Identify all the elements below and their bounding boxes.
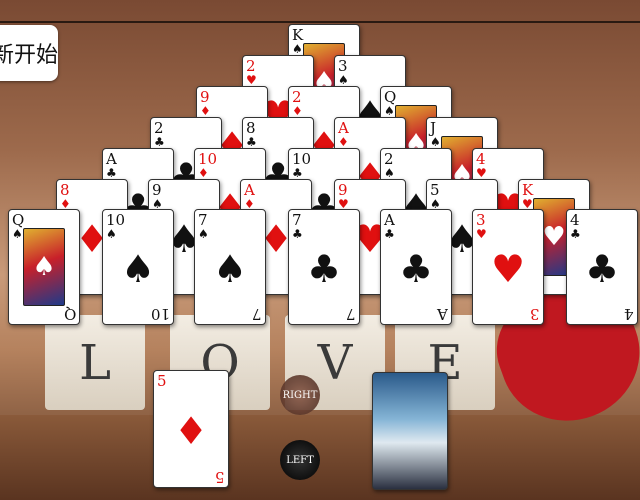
card-rank: 10 — [198, 150, 218, 168]
card-suit-small: ♠ — [430, 135, 441, 149]
card-rank: 7 — [198, 211, 208, 229]
card-rank: J — [430, 119, 437, 137]
left-button[interactable]: LEFT — [280, 440, 320, 480]
card-rank-bottom: 10 — [150, 305, 170, 323]
waste-card-suit: ♦ — [173, 409, 209, 453]
card-rank: 9 — [338, 181, 348, 199]
card-rank: 2 — [292, 88, 302, 106]
card-rank: Q — [12, 211, 25, 229]
card-suit-small: ♠ — [12, 227, 23, 241]
card-rank: K — [292, 26, 304, 44]
card-rank: 4 — [476, 150, 486, 168]
card-rank: Q — [384, 88, 397, 106]
pyramid-card[interactable]: A♣♣A — [380, 209, 452, 325]
card-rank: 7 — [292, 211, 302, 229]
card-rank: 2 — [384, 150, 394, 168]
card-rank: 9 — [152, 181, 162, 199]
card-suit-small: ♠ — [384, 104, 395, 118]
card-center: ♣ — [584, 247, 620, 291]
card-rank-bottom: 7 — [252, 305, 262, 323]
waste-card-rank: 5 — [157, 372, 167, 390]
card-rank: A — [244, 181, 255, 199]
pyramid-card[interactable]: 3 ♥ ♥ 3 — [472, 209, 544, 325]
card-rank: 2 — [154, 119, 164, 137]
draw-deck[interactable] — [372, 372, 448, 490]
pyramid-card[interactable]: 4 ♣ ♣ 4 — [566, 209, 638, 325]
waste-card-rank-bottom: 5 — [215, 468, 225, 486]
card-rank: 8 — [60, 181, 70, 199]
top-divider — [0, 21, 640, 23]
card-rank-bottom: 4 — [624, 305, 634, 323]
card-center: ♥ — [490, 247, 526, 291]
card-rank-bottom: 7 — [346, 305, 356, 323]
card-rank: A — [106, 150, 117, 168]
card-center: ♠ — [120, 247, 156, 291]
card-rank: 3 — [476, 211, 486, 229]
card-center: ♠ — [23, 228, 65, 306]
card-rank: 4 — [570, 211, 580, 229]
card-rank: K — [522, 181, 534, 199]
card-rank-bottom: Q — [63, 305, 76, 323]
waste-card[interactable]: 5 ♦ 5 — [153, 370, 229, 488]
pyramid-card[interactable]: Q♠♠Q — [8, 209, 80, 325]
card-center: ♠ — [212, 247, 248, 291]
card-rank: 2 — [246, 57, 256, 75]
wood-floor — [0, 415, 640, 500]
pyramid-card[interactable]: 7 ♠ ♠ 7 — [194, 209, 266, 325]
card-rank: 8 — [246, 119, 256, 137]
card-center: ♣ — [306, 247, 342, 291]
card-rank-bottom: A — [437, 305, 448, 323]
card-rank: A — [338, 119, 349, 137]
card-rank: 5 — [430, 181, 440, 199]
pyramid-card[interactable]: 7 ♣ ♣ 7 — [288, 209, 360, 325]
restart-button[interactable]: 新开始 — [0, 25, 58, 81]
cube-l: L — [45, 315, 145, 410]
card-rank: 10 — [106, 211, 126, 229]
card-rank: A — [384, 211, 395, 229]
pyramid-card[interactable]: 10 ♠ ♠ 10 — [102, 209, 174, 325]
card-rank: 10 — [292, 150, 312, 168]
right-button[interactable]: RIGHT — [280, 375, 320, 415]
card-rank-bottom: 3 — [530, 305, 540, 323]
card-rank: 3 — [338, 57, 348, 75]
card-center: ♣ — [398, 247, 434, 291]
card-rank: 9 — [200, 88, 210, 106]
card-suit-small: ♠ — [292, 42, 303, 56]
